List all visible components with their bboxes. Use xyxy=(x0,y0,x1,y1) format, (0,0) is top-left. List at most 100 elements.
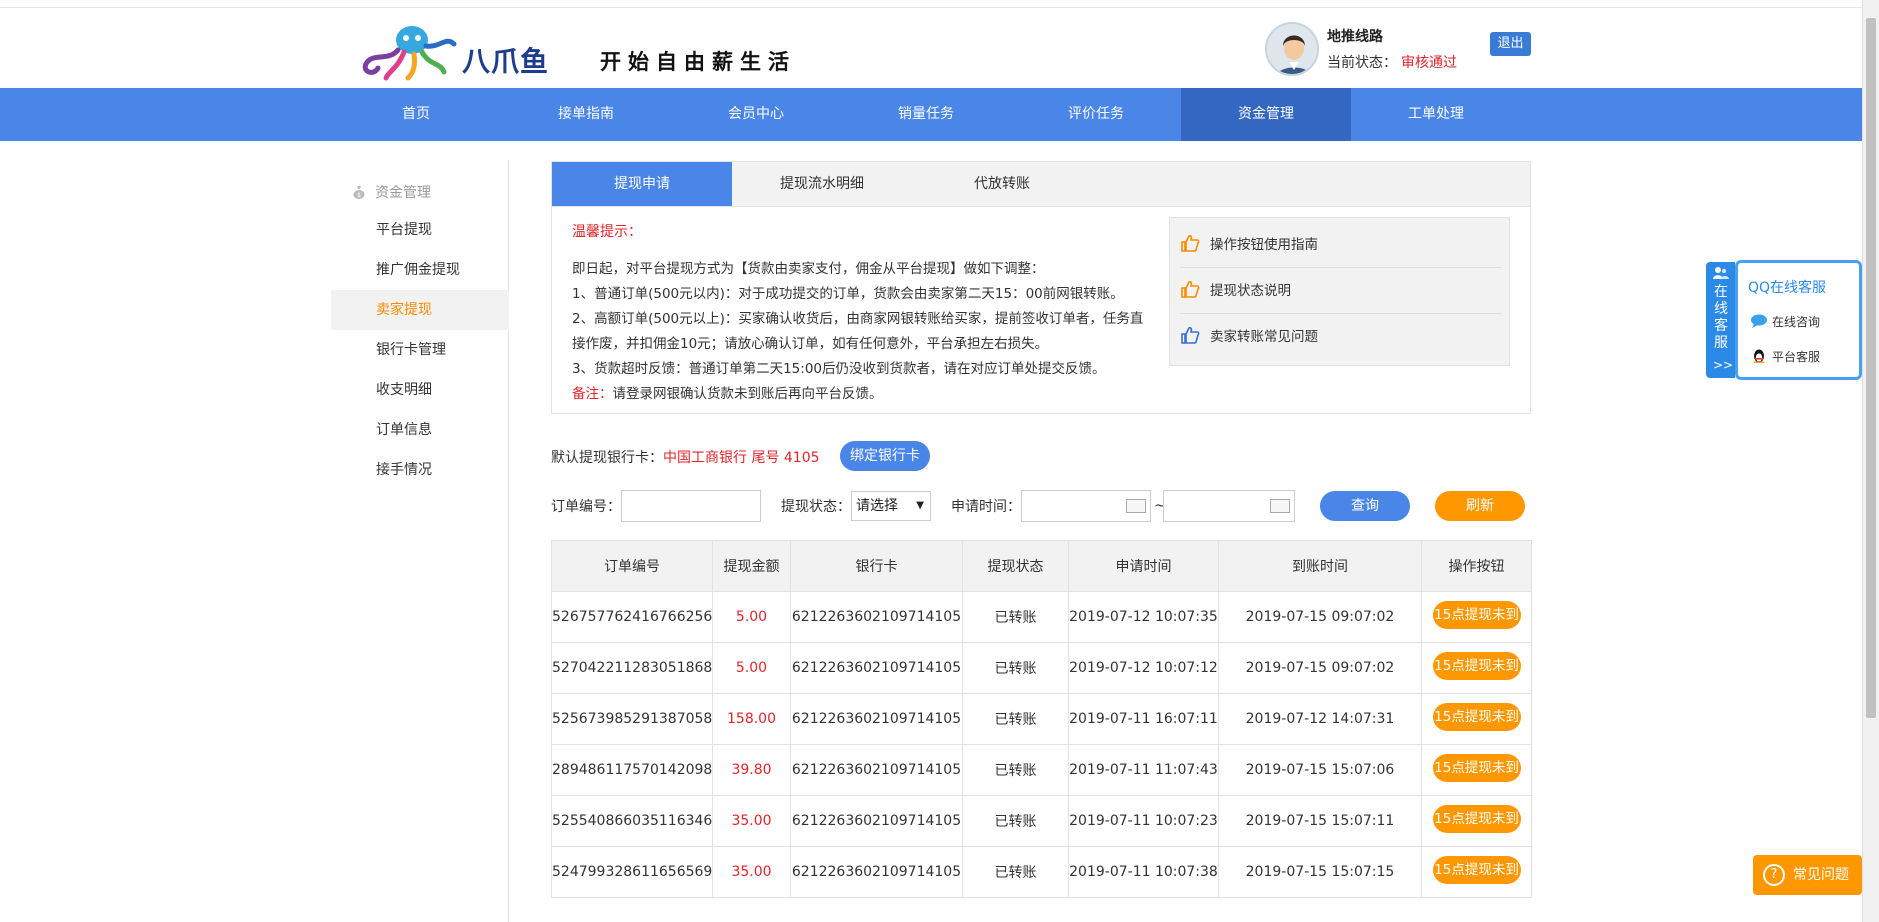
header: 八爪鱼 开始自由薪生活 地推线路 当前状态： 审核通过 退出 xyxy=(0,8,1862,88)
bank-label: 默认提现银行卡： xyxy=(551,450,663,466)
not-received-button[interactable]: 15点提现未到 xyxy=(1432,805,1521,833)
sidebar: $ 资金管理 平台提现 推广佣金提现 卖家提现 银行卡管理 收支明细 订单信息 … xyxy=(331,160,509,922)
col-header-amount: 提现金额 xyxy=(712,540,791,592)
nav-sales-tasks[interactable]: 销量任务 xyxy=(841,88,1011,141)
tab-withdraw-apply[interactable]: 提现申请 xyxy=(552,162,732,206)
cell-status: 已转账 xyxy=(962,744,1069,796)
cell-arrive-time: 2019-07-15 15:07:06 xyxy=(1218,744,1422,796)
brand-name: 八爪鱼 xyxy=(462,45,550,78)
cell-order: 524799328611656569 xyxy=(551,846,713,898)
not-received-button[interactable]: 15点提现未到 xyxy=(1432,652,1521,680)
not-received-button[interactable]: 15点提现未到 xyxy=(1432,754,1521,782)
help-links-box: 操作按钮使用指南 提现状态说明 卖家转账常见问题 xyxy=(1169,217,1510,366)
cell-amount: 5.00 xyxy=(712,642,791,694)
sidebar-item-commission-withdraw[interactable]: 推广佣金提现 xyxy=(331,250,509,290)
help-link-operation-guide[interactable]: 操作按钮使用指南 xyxy=(1180,222,1501,268)
nav-home[interactable]: 首页 xyxy=(331,88,501,141)
cell-actions: 15点提现未到 xyxy=(1421,591,1532,643)
not-received-button[interactable]: 15点提现未到 xyxy=(1432,703,1521,731)
notice-line: 1、普通订单(500元以内)：对于成功提交的订单，货款会由卖家第二天15：00前… xyxy=(572,286,1124,302)
sidebar-item-takeover[interactable]: 接手情况 xyxy=(331,450,509,490)
notice-panel: 温馨提示： 即日起，对平台提现方式为【货款由卖家支付，佣金从平台提现】做如下调整… xyxy=(551,207,1531,414)
status-value: 审核通过 xyxy=(1401,55,1457,71)
remark-text: 请登录网银确认货款未到账后再向平台反馈。 xyxy=(612,386,883,402)
bind-bank-card-button[interactable]: 绑定银行卡 xyxy=(840,441,930,471)
withdraw-status-select[interactable]: 请选择 ▼ xyxy=(851,491,931,521)
tab-proxy-transfer[interactable]: 代放转账 xyxy=(912,162,1092,206)
page-scrollbar[interactable] xyxy=(1862,0,1879,922)
not-received-button[interactable]: 15点提现未到 xyxy=(1432,856,1521,884)
cell-order: 289486117570142098 xyxy=(551,744,713,796)
cell-arrive-time: 2019-07-15 09:07:02 xyxy=(1218,591,1422,643)
col-header-order: 订单编号 xyxy=(551,540,713,592)
faq-label: 常见问题 xyxy=(1793,867,1849,883)
cell-actions: 15点提现未到 xyxy=(1421,846,1532,898)
faq-button[interactable]: ? 常见问题 xyxy=(1753,855,1862,895)
cell-apply-time: 2019-07-11 11:07:43 xyxy=(1068,744,1219,796)
remark-label: 备注： xyxy=(572,386,613,402)
sidebar-item-seller-withdraw[interactable]: 卖家提现 xyxy=(331,290,509,330)
cell-card: 6212263602109714105 xyxy=(790,846,963,898)
col-header-apply-time: 申请时间 xyxy=(1068,540,1219,592)
logout-button[interactable]: 退出 xyxy=(1490,32,1531,56)
help-link-label: 操作按钮使用指南 xyxy=(1210,237,1318,253)
cell-amount: 35.00 xyxy=(712,795,791,847)
cell-arrive-time: 2019-07-15 09:07:02 xyxy=(1218,642,1422,694)
sidebar-item-order-info[interactable]: 订单信息 xyxy=(331,410,509,450)
online-consult-link[interactable]: 在线咨询 xyxy=(1750,313,1854,330)
query-button[interactable]: 查询 xyxy=(1320,491,1410,521)
sidebar-title-label: 资金管理 xyxy=(375,185,431,201)
online-service-tab[interactable]: 在线客服 >> xyxy=(1706,262,1735,378)
sidebar-item-bank-cards[interactable]: 银行卡管理 xyxy=(331,330,509,370)
avatar[interactable] xyxy=(1265,22,1319,76)
user-avatar-icon xyxy=(1267,24,1317,74)
cell-actions: 15点提现未到 xyxy=(1421,744,1532,796)
sidebar-item-platform-withdraw[interactable]: 平台提现 xyxy=(331,210,509,250)
nav-fund-management[interactable]: 资金管理 xyxy=(1181,88,1351,141)
slogan: 开始自由薪生活 xyxy=(600,50,796,74)
col-header-arrive-time: 到账时间 xyxy=(1218,540,1422,592)
help-link-seller-faq[interactable]: 卖家转账常见问题 xyxy=(1180,314,1501,360)
nav-order-guide[interactable]: 接单指南 xyxy=(501,88,671,141)
cell-order: 525673985291387058 xyxy=(551,693,713,745)
notice-line: 3、货款超时反馈：普通订单第二天15:00后仍没收到货款者，请在对应订单处提交反… xyxy=(572,361,1106,377)
apply-time-to-input[interactable] xyxy=(1163,490,1295,522)
platform-service-link[interactable]: 平台客服 xyxy=(1750,348,1854,365)
refresh-button[interactable]: 刷新 xyxy=(1435,491,1525,521)
status-select-value: 请选择 xyxy=(856,498,898,514)
tab-withdraw-history[interactable]: 提现流水明细 xyxy=(732,162,912,206)
withdraw-table: 订单编号 提现金额 银行卡 提现状态 申请时间 到账时间 操作按钮 526757… xyxy=(551,540,1532,898)
notice-line: 接作废，并扣佣金10元；请放心确认订单，如有任何意外，平台承担左右损失。 xyxy=(572,336,1049,352)
cell-status: 已转账 xyxy=(962,591,1069,643)
thumbs-up-icon xyxy=(1181,326,1200,344)
nav-review-tasks[interactable]: 评价任务 xyxy=(1011,88,1181,141)
nav-member-center[interactable]: 会员中心 xyxy=(671,88,841,141)
thumbs-up-icon xyxy=(1181,234,1200,252)
nav-ticket-processing[interactable]: 工单处理 xyxy=(1351,88,1521,141)
help-link-status-info[interactable]: 提现状态说明 xyxy=(1180,268,1501,314)
main-nav: 首页 接单指南 会员中心 销量任务 评价任务 资金管理 工单处理 xyxy=(0,88,1862,141)
qq-penguin-icon xyxy=(1753,349,1765,363)
cell-actions: 15点提现未到 xyxy=(1421,693,1532,745)
cell-apply-time: 2019-07-12 10:07:12 xyxy=(1068,642,1219,694)
apply-time-from-input[interactable] xyxy=(1021,490,1151,522)
people-icon xyxy=(1713,267,1729,279)
cell-status: 已转账 xyxy=(962,693,1069,745)
triangle-down-icon: ▼ xyxy=(916,500,924,511)
order-number-input[interactable] xyxy=(621,490,761,522)
apply-time-label: 申请时间： xyxy=(951,499,1021,515)
cell-status: 已转账 xyxy=(962,642,1069,694)
cell-amount: 158.00 xyxy=(712,693,791,745)
cell-status: 已转账 xyxy=(962,846,1069,898)
table-row: 526757762416766256 5.00 6212263602109714… xyxy=(551,591,1532,643)
not-received-button[interactable]: 15点提现未到 xyxy=(1432,601,1521,629)
platform-service-label: 平台客服 xyxy=(1772,350,1821,364)
cell-order: 525540866035116346 xyxy=(551,795,713,847)
calendar-icon[interactable] xyxy=(1126,499,1146,513)
scrollbar-thumb[interactable] xyxy=(1866,18,1876,718)
table-row: 289486117570142098 39.80 621226360210971… xyxy=(551,744,1532,796)
cell-arrive-time: 2019-07-15 15:07:15 xyxy=(1218,846,1422,898)
cell-apply-time: 2019-07-11 10:07:23 xyxy=(1068,795,1219,847)
sidebar-item-transactions[interactable]: 收支明细 xyxy=(331,370,509,410)
calendar-icon[interactable] xyxy=(1270,499,1290,513)
